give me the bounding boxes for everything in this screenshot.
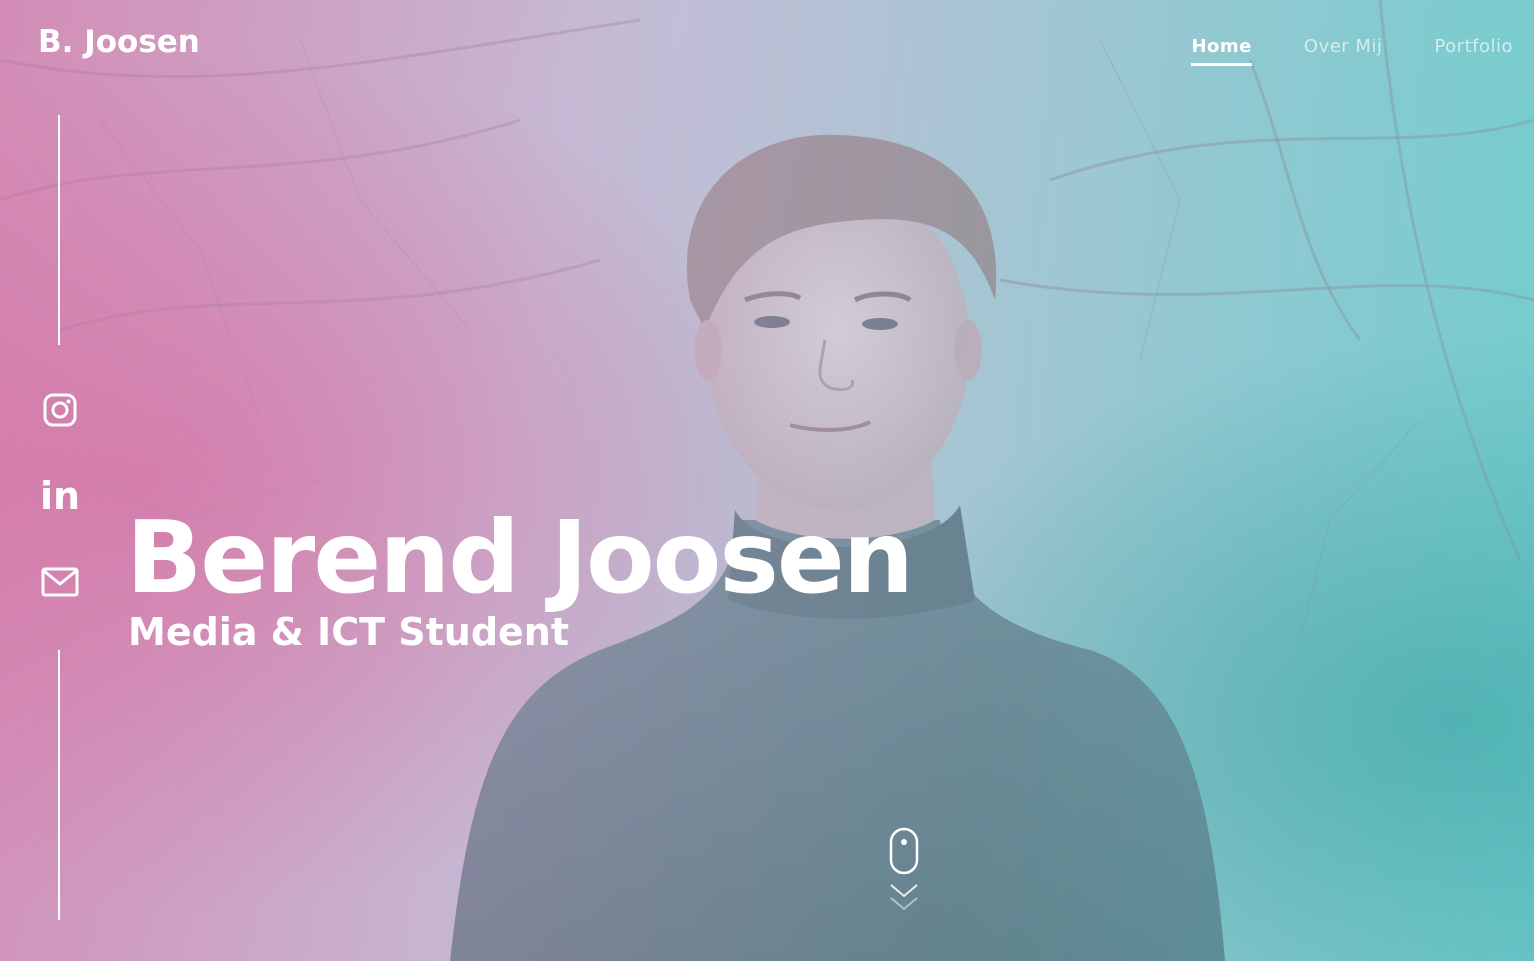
hero-title: Berend Joosen: [126, 499, 914, 616]
sidebar-line-top: [58, 115, 60, 345]
hero-section: B. Joosen Home Over Mij Portfolio in Ber…: [0, 0, 1534, 961]
main-nav: Home Over Mij Portfolio: [1191, 36, 1534, 66]
nav-item-portfolio[interactable]: Portfolio: [1434, 36, 1513, 63]
linkedin-icon: in: [39, 474, 81, 518]
mail-link[interactable]: [40, 564, 80, 600]
nav-item-home[interactable]: Home: [1191, 36, 1252, 66]
site-logo[interactable]: B. Joosen: [38, 24, 200, 60]
hero-subtitle: Media & ICT Student: [128, 610, 570, 654]
instagram-icon: [43, 393, 77, 427]
instagram-link[interactable]: [40, 392, 80, 428]
mouse-scroll-icon: [889, 827, 919, 911]
nav-item-over-mij[interactable]: Over Mij: [1304, 36, 1383, 63]
mail-icon: [41, 567, 79, 597]
sidebar-line-bottom: [58, 650, 60, 920]
scroll-down-indicator[interactable]: [884, 826, 924, 916]
linkedin-link[interactable]: in: [39, 474, 81, 518]
color-gradient-overlay: [0, 0, 1534, 961]
